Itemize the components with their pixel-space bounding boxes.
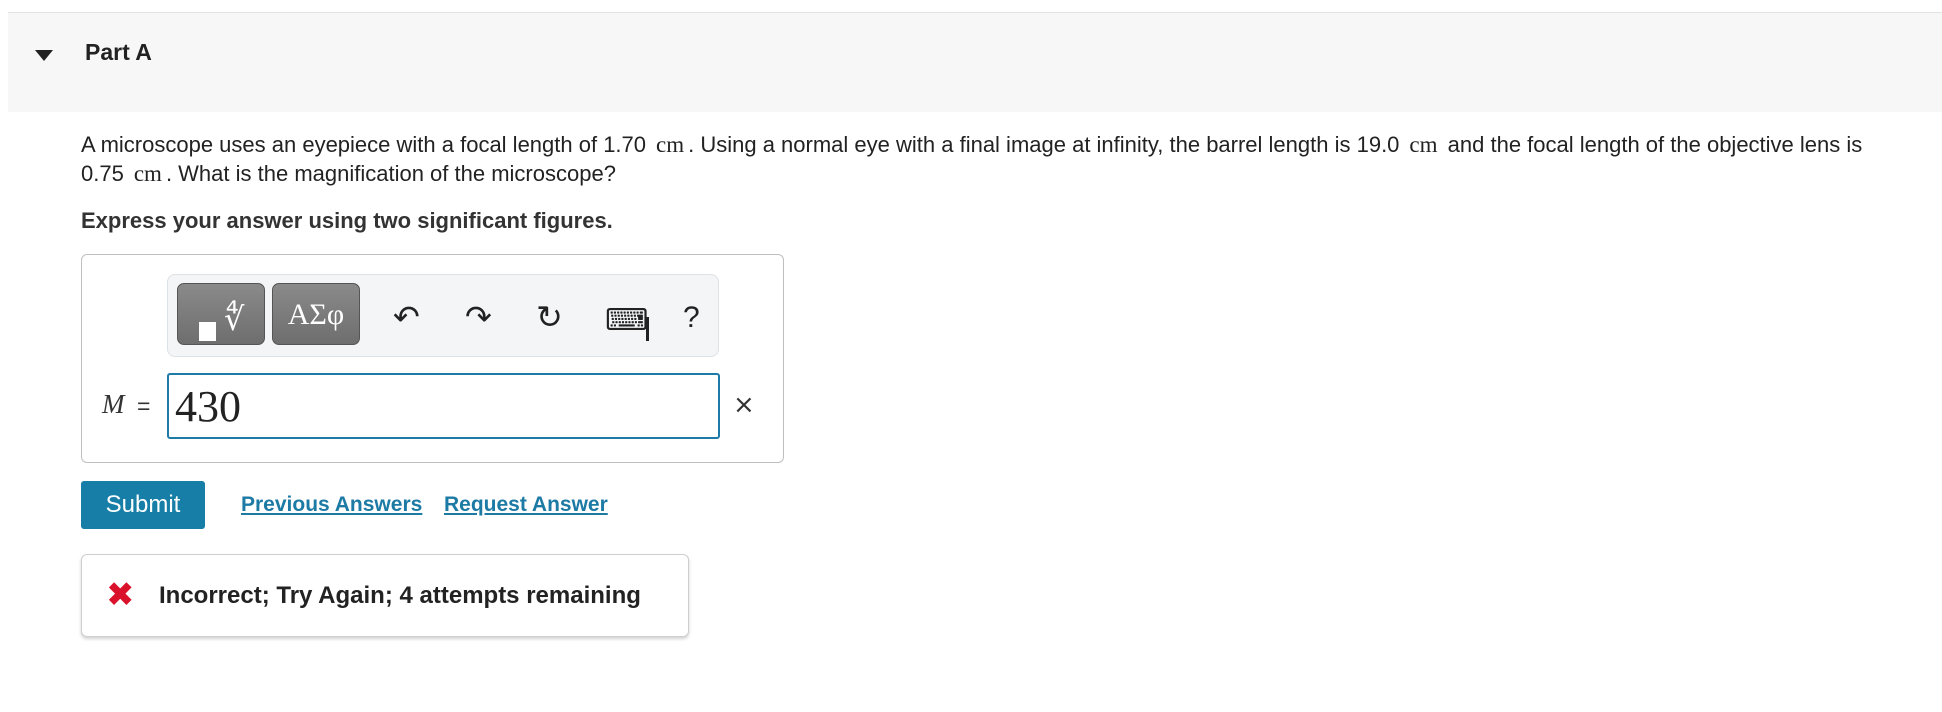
sqrt-icon: ∜ (224, 300, 245, 338)
question-text: A microscope uses an eyepiece with a foc… (81, 130, 1941, 188)
reset-icon[interactable]: ↻ (536, 298, 563, 336)
equals-sign: = (137, 393, 151, 419)
incorrect-x-icon: ✖ (106, 575, 135, 615)
templates-button[interactable]: ∜ (177, 283, 265, 345)
symbols-button[interactable]: ΑΣφ (272, 283, 360, 345)
unit-text: cm (1409, 132, 1438, 157)
part-title: Part A (85, 39, 152, 65)
question-segment: A microscope uses an eyepiece with a foc… (81, 132, 647, 157)
submit-button[interactable]: Submit (81, 481, 205, 529)
feedback-box: ✖ Incorrect; Try Again; 4 attempts remai… (81, 554, 689, 637)
answer-input[interactable] (167, 373, 720, 439)
question-segment: . What is the magnification of the micro… (165, 161, 616, 186)
unit-text: cm (133, 161, 162, 186)
redo-icon[interactable]: ↷ (465, 298, 492, 336)
answer-box: ∜ ΑΣφ ↶ ↷ ↻ ⌨ ? M = × (81, 254, 784, 463)
feedback-message: Incorrect; Try Again; 4 attempts remaini… (159, 582, 641, 609)
keyboard-toggle-bar (646, 317, 649, 341)
caret-down-icon[interactable] (35, 50, 53, 61)
math-toolbar: ∜ ΑΣφ ↶ ↷ ↻ ⌨ ? (167, 274, 719, 357)
help-button[interactable]: ? (683, 301, 700, 335)
template-square-icon (199, 322, 216, 341)
part-header[interactable]: Part A (8, 12, 1942, 112)
clear-icon[interactable]: × (733, 390, 755, 420)
variable-label: M (102, 389, 125, 419)
undo-icon[interactable]: ↶ (393, 298, 420, 336)
previous-answers-link[interactable]: Previous Answers (241, 493, 422, 517)
unit-text: cm (656, 132, 685, 157)
keyboard-icon[interactable]: ⌨ (605, 303, 648, 338)
question-segment: . Using a normal eye with a final image … (688, 132, 1400, 157)
request-answer-link[interactable]: Request Answer (444, 493, 608, 517)
instruction-text: Express your answer using two significan… (81, 208, 613, 233)
